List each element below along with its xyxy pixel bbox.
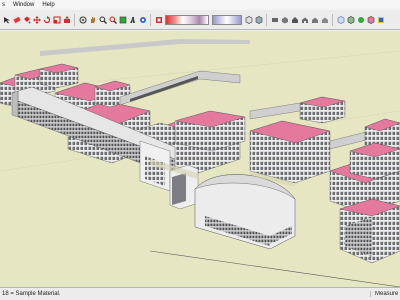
position-camera-icon[interactable] (138, 14, 147, 26)
scale-icon[interactable] (52, 14, 61, 26)
pan-icon[interactable] (88, 14, 97, 26)
menu-item-window[interactable]: Window (13, 0, 34, 10)
paint-bucket-icon[interactable] (22, 14, 31, 26)
section-icon[interactable] (118, 14, 127, 26)
bridge-back (119, 70, 241, 106)
iso-view-icon[interactable] (280, 14, 289, 26)
building-auditorium (194, 174, 296, 250)
push-pull-icon[interactable] (62, 14, 71, 26)
toolbar-separator (266, 13, 267, 26)
menu-bar: s Window Help (0, 0, 400, 10)
component-icon[interactable] (346, 14, 355, 26)
shaded-icon[interactable] (254, 14, 263, 26)
toolbar-separator (74, 13, 75, 26)
campus-model-render (0, 39, 400, 287)
material-color-swatch[interactable] (165, 14, 209, 25)
material-icon[interactable] (356, 14, 365, 26)
toolbar-separator (332, 13, 333, 26)
hidden-line-icon[interactable] (244, 14, 253, 26)
zoom-extents-icon[interactable] (108, 14, 117, 26)
orbit-icon[interactable] (78, 14, 87, 26)
status-bar: 18 = Sample Material. Measuremen (0, 287, 400, 300)
building-front-right (329, 142, 400, 264)
back-view-icon[interactable] (310, 14, 319, 26)
left-view-icon[interactable] (320, 14, 329, 26)
move-icon[interactable] (32, 14, 41, 26)
main-toolbar (0, 10, 400, 30)
walkway-top (40, 39, 250, 56)
front-view-icon[interactable] (290, 14, 299, 26)
style-icon[interactable] (154, 14, 163, 26)
menu-item-help[interactable]: Help (42, 0, 54, 10)
status-hint: 18 = Sample Material. (2, 291, 61, 297)
select-arrow-icon[interactable] (2, 14, 11, 26)
secondary-color-swatch[interactable] (212, 14, 242, 25)
walk-icon[interactable] (128, 14, 137, 26)
zoom-icon[interactable] (98, 14, 107, 26)
scene-icon[interactable] (376, 14, 385, 26)
model-viewport[interactable] (0, 31, 400, 287)
top-view-icon[interactable] (270, 14, 279, 26)
xray-icon[interactable] (336, 14, 345, 26)
layer-icon[interactable] (366, 14, 375, 26)
right-view-icon[interactable] (300, 14, 309, 26)
menu-item-partial[interactable]: s (2, 0, 5, 10)
rotate-icon[interactable] (42, 14, 51, 26)
toolbar-separator (150, 13, 151, 26)
eraser-icon[interactable] (12, 14, 21, 26)
measurements-box[interactable]: Measuremen (370, 291, 398, 297)
